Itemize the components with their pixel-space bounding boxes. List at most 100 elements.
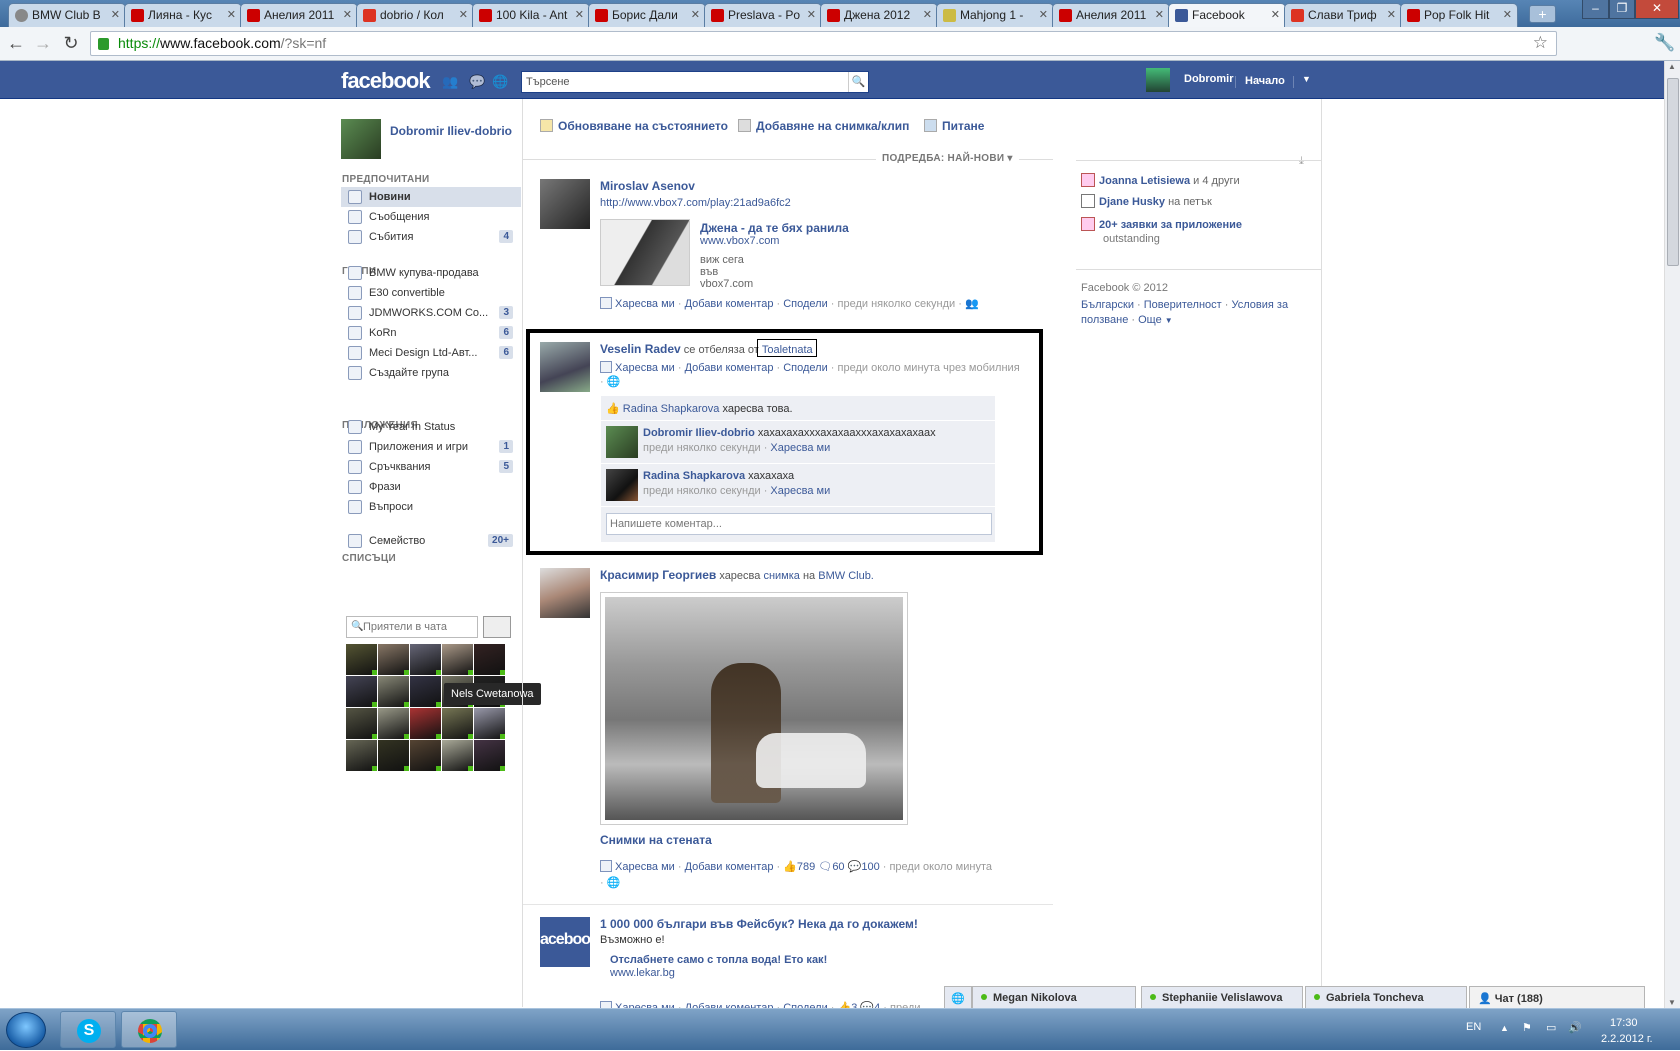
bookmark-star-icon[interactable]: ☆: [1533, 33, 1548, 53]
friend-avatar[interactable]: [410, 644, 441, 675]
photo-link[interactable]: снимка: [763, 570, 799, 582]
app-requests[interactable]: 20+ заявки за приложение: [1099, 219, 1242, 231]
chat-tab[interactable]: Stephaniie Velislawova: [1141, 986, 1303, 1008]
birthday-name[interactable]: Joanna Letisiewa: [1099, 175, 1190, 187]
messages-icon[interactable]: 💬: [469, 74, 485, 89]
sidebar-item[interactable]: Meci Design Ltd-Авт... 6: [341, 343, 521, 363]
scroll-up-icon[interactable]: ▲: [1668, 62, 1676, 71]
like-link[interactable]: Харесва ми: [615, 362, 675, 374]
friend-avatar[interactable]: [474, 708, 505, 739]
update-status-link[interactable]: Обновяване на състоянието: [540, 119, 728, 133]
privacy-link[interactable]: Поверителност: [1144, 299, 1222, 311]
maximize-button[interactable]: ❐: [1609, 0, 1635, 19]
sidebar-item[interactable]: Въпроси: [341, 497, 521, 517]
close-tab-icon[interactable]: ✕: [575, 8, 584, 21]
friend-avatar[interactable]: [410, 676, 441, 707]
friend-avatar[interactable]: [346, 644, 377, 675]
tab[interactable]: Слави Триф ✕: [1284, 3, 1402, 27]
friend-avatar[interactable]: [410, 740, 441, 771]
tab[interactable]: 100 Kila - Ant ✕: [472, 3, 590, 27]
share-link[interactable]: Сподели: [783, 298, 828, 310]
like-link[interactable]: Харесва ми: [615, 298, 675, 310]
friend-avatar[interactable]: [346, 708, 377, 739]
sidebar-item[interactable]: Създайте група: [341, 363, 521, 383]
close-tab-icon[interactable]: ✕: [1155, 8, 1164, 21]
tab[interactable]: Анелия 2011 ✕: [1052, 3, 1170, 27]
close-tab-icon[interactable]: ✕: [343, 8, 352, 21]
chat-friends-search-input[interactable]: 🔍 Приятели в чата: [346, 616, 478, 638]
close-tab-icon[interactable]: ✕: [1387, 8, 1396, 21]
start-button[interactable]: [6, 1012, 46, 1048]
shared-link-url[interactable]: http://www.vbox7.com/play:21ad9a6fc2: [600, 197, 1025, 209]
tab[interactable]: Джена 2012 ✕: [820, 3, 938, 27]
comment-time[interactable]: преди няколко секунди: [643, 485, 761, 497]
flag-icon[interactable]: ⚑: [1522, 1021, 1532, 1034]
comment-link[interactable]: Добави коментар: [685, 298, 774, 310]
story-actor[interactable]: 1 000 000 българи във Фейсбук? Нека да г…: [600, 917, 1025, 931]
chrome-taskbar-button[interactable]: [121, 1011, 177, 1048]
liker-name[interactable]: Radina Shapkarova: [623, 403, 720, 415]
friend-avatar[interactable]: [442, 644, 473, 675]
story-actor[interactable]: Miroslav Asenov: [600, 179, 1025, 193]
close-tab-icon[interactable]: ✕: [807, 8, 816, 21]
friends-audience-icon[interactable]: 👥: [965, 298, 979, 310]
friend-avatar[interactable]: [474, 644, 505, 675]
language-indicator[interactable]: EN: [1466, 1021, 1481, 1033]
comments-count[interactable]: 100: [861, 861, 879, 873]
chat-options-button[interactable]: [483, 616, 511, 638]
public-globe-icon[interactable]: 🌐: [607, 376, 621, 388]
close-tab-icon[interactable]: ✕: [111, 8, 120, 21]
write-comment-input[interactable]: Напишете коментар...: [606, 513, 992, 535]
tab[interactable]: Mahjong 1 - ✕: [936, 3, 1054, 27]
friend-avatar[interactable]: [442, 708, 473, 739]
sidebar-item[interactable]: KoRn 6: [341, 323, 521, 343]
chat-tab[interactable]: Gabriela Toncheva: [1305, 986, 1467, 1008]
more-link[interactable]: Още: [1138, 314, 1162, 326]
question-link[interactable]: Питане: [924, 119, 984, 133]
ticker-download-icon[interactable]: ⤓: [1299, 155, 1304, 168]
sidebar-item[interactable]: BMW купува-продава: [341, 263, 521, 283]
clock-date[interactable]: 2.2.2012 г.: [1601, 1033, 1653, 1045]
story-profile-picture[interactable]: [540, 342, 590, 392]
close-tab-icon[interactable]: ✕: [1503, 8, 1512, 21]
comments-icon[interactable]: 💬: [848, 861, 862, 873]
close-tab-icon[interactable]: ✕: [1039, 8, 1048, 21]
add-photo-link[interactable]: Добавяне на снимка/клип: [738, 119, 909, 133]
friend-avatar[interactable]: [442, 740, 473, 771]
thumbs-up-icon[interactable]: 👍: [783, 861, 797, 873]
close-tab-icon[interactable]: ✕: [227, 8, 236, 21]
story-photo[interactable]: [600, 592, 908, 825]
sidebar-item[interactable]: Фрази: [341, 477, 521, 497]
friend-avatar[interactable]: [410, 708, 441, 739]
shares-count[interactable]: 60: [832, 861, 844, 873]
reload-button[interactable]: ↻: [60, 33, 82, 55]
app-requests-reminder[interactable]: 20+ заявки за приложение: [1081, 217, 1242, 231]
forward-button[interactable]: →: [32, 33, 54, 55]
sidebar-item[interactable]: Семейство 20+: [341, 531, 521, 551]
commenter-name[interactable]: Dobromir Iliev-dobrio: [643, 427, 755, 439]
comment-link[interactable]: Добави коментар: [685, 362, 774, 374]
album-link[interactable]: Снимки на стената: [600, 833, 712, 847]
story-actor[interactable]: Красимир Георгиев: [600, 568, 716, 582]
likes-count[interactable]: 789: [797, 861, 815, 873]
profile-name[interactable]: Dobromir Iliev-dobrio: [390, 124, 520, 138]
commenter-picture[interactable]: [606, 469, 638, 501]
volume-icon[interactable]: 🔊: [1568, 1021, 1582, 1034]
sidebar-item[interactable]: Събития 4: [341, 227, 521, 247]
tab-active[interactable]: Facebook ✕: [1168, 3, 1286, 28]
story-profile-picture[interactable]: acebool: [540, 917, 590, 967]
story-actor[interactable]: Veselin Radev: [600, 342, 681, 356]
friend-avatar[interactable]: [378, 644, 409, 675]
tray-expand-icon[interactable]: ▲: [1500, 1023, 1509, 1033]
clock-time[interactable]: 17:30: [1610, 1017, 1638, 1029]
story-time[interactable]: преди около минута: [889, 861, 992, 873]
sidebar-item[interactable]: Приложения и игри 1: [341, 437, 521, 457]
friend-avatar[interactable]: [378, 676, 409, 707]
tab[interactable]: Борис Дали ✕: [588, 3, 706, 27]
close-tab-icon[interactable]: ✕: [1271, 8, 1280, 21]
chat-settings-tab[interactable]: 🌐: [944, 986, 972, 1008]
page-link[interactable]: BMW Club.: [818, 570, 874, 582]
story-profile-picture[interactable]: [540, 179, 590, 229]
scroll-down-icon[interactable]: ▼: [1668, 998, 1676, 1007]
sidebar-item[interactable]: JDMWORKS.COM Co... 3: [341, 303, 521, 323]
